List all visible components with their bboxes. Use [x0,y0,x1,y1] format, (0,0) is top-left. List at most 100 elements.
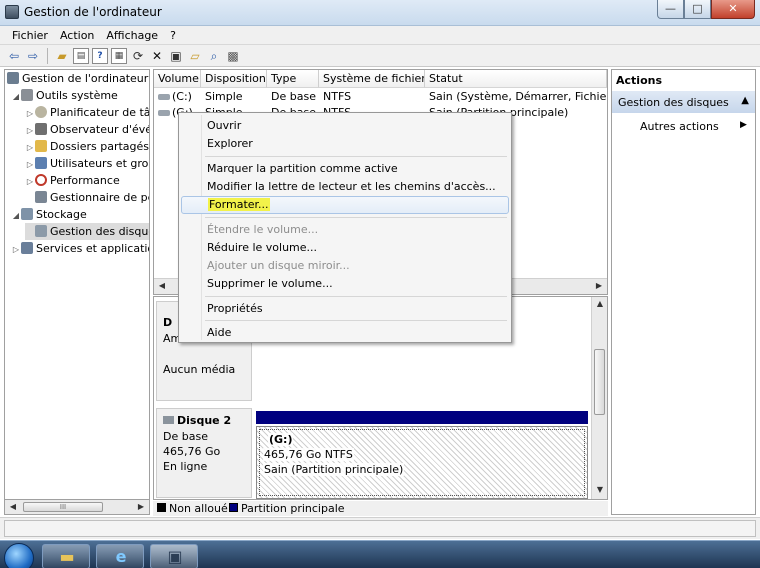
menu-help[interactable]: ? [164,26,182,44]
users-icon [35,157,47,169]
console-tree: Gestion de l'ordinateur (l ◢ Outils systè… [4,69,150,515]
back-arrow-icon[interactable]: ⇦ [6,48,22,64]
actions-section-disk-management[interactable]: Gestion des disques ▲ [612,91,755,113]
column-filesystem[interactable]: Système de fichiers [319,70,425,88]
taskbar-explorer[interactable]: ▬ [42,544,90,568]
maximize-button[interactable]: □ [684,0,711,19]
menu-item-delete-volume[interactable]: Supprimer le volume... [181,275,509,293]
menu-separator [205,156,507,157]
legend-unallocated: Non alloué [169,502,228,515]
collapsed-triangle-icon[interactable]: ▷ [25,122,35,139]
expanded-triangle-icon[interactable]: ◢ [11,88,21,105]
computer-management-icon: ▣ [167,547,183,566]
menu-item-help[interactable]: Aide [181,324,509,342]
tree-horizontal-scrollbar[interactable]: ◀ III ▶ [4,499,150,515]
disk2-label[interactable]: Disque 2 De base 465,76 Go En ligne [156,408,252,498]
menu-item-shrink-volume[interactable]: Réduire le volume... [181,239,509,257]
collapsed-triangle-icon[interactable]: ▷ [25,173,35,190]
column-type[interactable]: Type [267,70,319,88]
collapsed-triangle-icon[interactable]: ▷ [25,105,35,122]
toolbar: ⇦ ⇨ ▰ ▤ ? ▦ ⟳ ✕ ▣ ▱ ⌕ ▩ [0,45,760,67]
menu-action[interactable]: Action [54,26,100,44]
close-button[interactable]: ✕ [711,0,755,19]
partition-body[interactable]: (G:) 465,76 Go NTFS Sain (Partition prin… [256,426,588,499]
expanded-triangle-icon[interactable]: ◢ [11,207,21,224]
tree-item-task-scheduler[interactable]: ▷ Planificateur de tâc [25,104,149,122]
menu-item-mark-active[interactable]: Marquer la partition comme active [181,160,509,178]
drive-icon [158,94,170,100]
menu-separator [205,320,507,321]
taskbar-computer-management[interactable]: ▣ [150,544,198,568]
primary-partition-swatch [229,503,238,512]
menu-affichage[interactable]: Affichage [100,26,164,44]
scroll-left-icon[interactable]: ◀ [154,279,170,293]
cell-status: Sain (Système, Démarrer, Fichier d'é [429,90,607,103]
tree-item-device-manager[interactable]: Gestionnaire de pé [35,189,149,206]
scroll-thumb[interactable]: III [23,502,103,512]
menu-item-explore[interactable]: Explorer [181,135,509,153]
menu-item-format[interactable]: Formater... [181,196,509,214]
cell-volume: (C:) [172,90,192,103]
status-bar [0,517,760,539]
scroll-left-icon[interactable]: ◀ [5,500,21,514]
collapsed-triangle-icon[interactable]: ▷ [25,139,35,156]
tree-item-system-tools[interactable]: ◢ Outils système [11,87,118,104]
disk-vertical-scrollbar[interactable]: ▲ ▼ [591,297,607,499]
scroll-right-icon[interactable]: ▶ [133,500,149,514]
scroll-up-icon[interactable]: ▲ [592,297,607,311]
taskbar-internet-explorer[interactable]: e [96,544,144,568]
delete-icon[interactable]: ✕ [149,48,165,64]
forward-arrow-icon[interactable]: ⇨ [25,48,41,64]
taskbar: ▬ e ▣ [0,540,760,568]
tree-item-disk-management[interactable]: Gestion des disque [25,223,149,240]
partition-status: Sain (Partition principale) [263,463,405,476]
services-icon [21,242,33,254]
tools-icon [21,89,33,101]
computer-icon [7,72,19,84]
settings-icon[interactable]: ▩ [225,48,241,64]
performance-icon [35,174,47,186]
show-tree-icon[interactable]: ▤ [73,47,89,64]
collapsed-triangle-icon[interactable]: ▷ [25,156,35,173]
column-disposition[interactable]: Disposition [201,70,267,88]
more-actions-arrow-icon[interactable]: ▶ [740,120,747,130]
column-status[interactable]: Statut [425,70,607,88]
scroll-right-icon[interactable]: ▶ [591,279,607,293]
scroll-thumb[interactable] [594,349,605,415]
tree-item-performance[interactable]: ▷ Performance [25,172,120,189]
collapsed-triangle-icon[interactable]: ▷ [11,241,21,258]
legend-primary: Partition principale [241,502,345,515]
minimize-button[interactable]: — [657,0,684,19]
drive-icon [158,110,170,116]
more-actions-link[interactable]: Autres actions [640,120,719,133]
up-folder-icon[interactable]: ▰ [54,48,70,64]
tree-item-services-applications[interactable]: ▷ Services et application [11,240,149,258]
disk2-name: Disque 2 [177,414,232,427]
search-icon[interactable]: ⌕ [206,48,222,64]
menu-item-change-drive-letter[interactable]: Modifier la lettre de lecteur et les che… [181,178,509,196]
cell-disposition: Simple [205,90,243,103]
status-panel [4,520,756,537]
open-icon[interactable]: ▱ [187,48,203,64]
scroll-down-icon[interactable]: ▼ [592,483,607,497]
collapse-icon[interactable]: ▲ [741,95,749,106]
menu-item-open[interactable]: Ouvrir [181,117,509,135]
tree-item-event-viewer[interactable]: ▷ Observateur d'évér [25,121,149,139]
menu-item-properties[interactable]: Propriétés [181,300,509,318]
unallocated-swatch [157,503,166,512]
column-volume[interactable]: Volume [154,70,201,88]
tree-item-users-groups[interactable]: ▷ Utilisateurs et grou [25,155,149,173]
primary-partition-bar [256,411,588,424]
tree-item-shared-folders[interactable]: ▷ Dossiers partagés [25,138,149,155]
partition-g[interactable]: (G:) 465,76 Go NTFS Sain (Partition prin… [256,411,588,499]
tree-item-storage[interactable]: ◢ Stockage [11,206,87,223]
properties-icon[interactable]: ▣ [168,48,184,64]
tree-item-computer-management[interactable]: Gestion de l'ordinateur (l [7,70,149,87]
computer-management-icon [5,5,19,19]
console-tree-icon[interactable]: ▦ [111,47,127,64]
help-icon[interactable]: ? [92,47,108,64]
start-button[interactable] [4,543,34,568]
shared-folder-icon [35,140,47,152]
refresh-icon[interactable]: ⟳ [130,48,146,64]
menu-fichier[interactable]: Fichier [6,26,54,44]
